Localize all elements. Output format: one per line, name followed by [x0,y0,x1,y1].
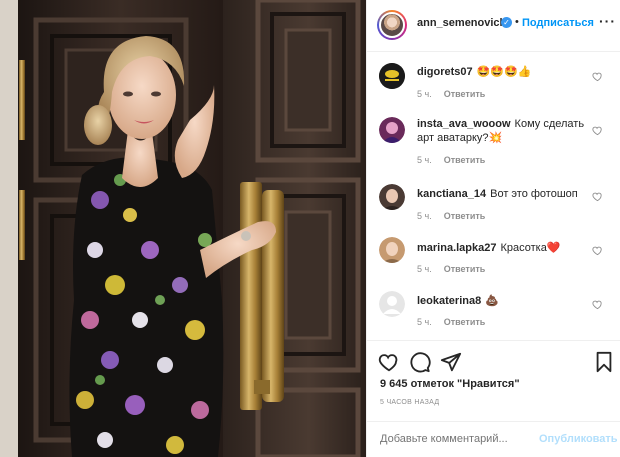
reply-button[interactable]: Ответить [444,264,486,274]
woman-avatar-icon [379,184,405,210]
reply-button[interactable]: Ответить [444,317,486,327]
comment-username[interactable]: kanctiana_14 [417,188,486,200]
comment-meta: 5 ч. Ответить [417,264,485,274]
comment-time: 5 ч. [417,264,432,274]
post-comment-button[interactable]: Опубликовать [539,433,618,445]
comment-like-heart-icon[interactable] [592,71,603,82]
comment-text: kanctiana_14 Вот это фотошоп [417,187,587,201]
comment-body: 💩 [485,295,499,307]
heart-icon[interactable] [378,351,400,373]
commenter-avatar[interactable] [379,63,405,89]
comment-time: 5 ч. [417,89,432,99]
share-paper-plane-icon[interactable] [440,351,462,373]
post-photo[interactable] [0,0,366,457]
comment-time: 5 ч. [417,317,432,327]
likes-count[interactable]: 9 645 отметок "Нравится" [380,378,520,390]
author-avatar[interactable] [377,10,407,40]
comment-meta: 5 ч. Ответить [417,317,485,327]
woman-at-door-image [0,0,366,457]
post-sidebar: ann_semenovich ✓ • Подписаться ··· digor… [366,0,620,457]
comment-text: digorets07 🤩🤩🤩👍 [417,65,587,79]
add-comment-bar: Опубликовать [367,421,620,457]
comment-body: 🤩🤩🤩👍 [476,66,532,78]
woman-avatar-icon [379,237,405,263]
reply-button[interactable]: Ответить [444,89,486,99]
follow-button[interactable]: Подписаться [522,17,594,29]
comment-username[interactable]: digorets07 [417,66,473,78]
commenter-avatar[interactable] [379,291,405,317]
comment-meta: 5 ч. Ответить [417,211,485,221]
comment-username[interactable]: insta_ava_wooow [417,118,511,130]
comment-text: marina.lapka27 Красотка❤️ [417,241,587,255]
comment-like-heart-icon[interactable] [592,125,603,136]
comment-time: 5 ч. [417,155,432,165]
comment-text: insta_ava_wooow Кому сделать арт аватарку… [417,117,587,145]
comment-username[interactable]: leokaterina8 [417,295,481,307]
comment-meta: 5 ч. Ответить [417,155,485,165]
default-avatar-icon [379,291,405,317]
comment-username[interactable]: marina.lapka27 [417,242,497,254]
reply-button[interactable]: Ответить [444,211,486,221]
commenter-avatar[interactable] [379,184,405,210]
commenter-avatar[interactable] [379,237,405,263]
comment-bubble-icon[interactable] [409,351,431,373]
commenter-avatar[interactable] [379,117,405,143]
post-actions: 9 645 отметок "Нравится" 5 ЧАСОВ НАЗАД О… [367,340,620,457]
post-timestamp: 5 ЧАСОВ НАЗАД [380,399,440,406]
more-options-icon[interactable]: ··· [599,13,616,29]
comment-like-heart-icon[interactable] [592,191,603,202]
comment-like-heart-icon[interactable] [592,245,603,256]
comment-time: 5 ч. [417,211,432,221]
header-separator: • [515,16,519,28]
badge-avatar-icon [379,63,405,89]
comment-body: Вот это фотошоп [490,188,578,200]
reply-button[interactable]: Ответить [444,155,486,165]
post-header: ann_semenovich ✓ • Подписаться ··· [367,0,620,52]
comment-body: Красотка❤️ [500,242,561,254]
author-username[interactable]: ann_semenovich [417,17,506,29]
art-avatar-icon [379,117,405,143]
verified-badge-icon: ✓ [501,17,512,28]
bookmark-icon[interactable] [593,351,615,373]
comment-input[interactable] [380,433,530,445]
comment-meta: 5 ч. Ответить [417,89,485,99]
comment-like-heart-icon[interactable] [592,299,603,310]
comment-text: leokaterina8 💩 [417,294,587,308]
